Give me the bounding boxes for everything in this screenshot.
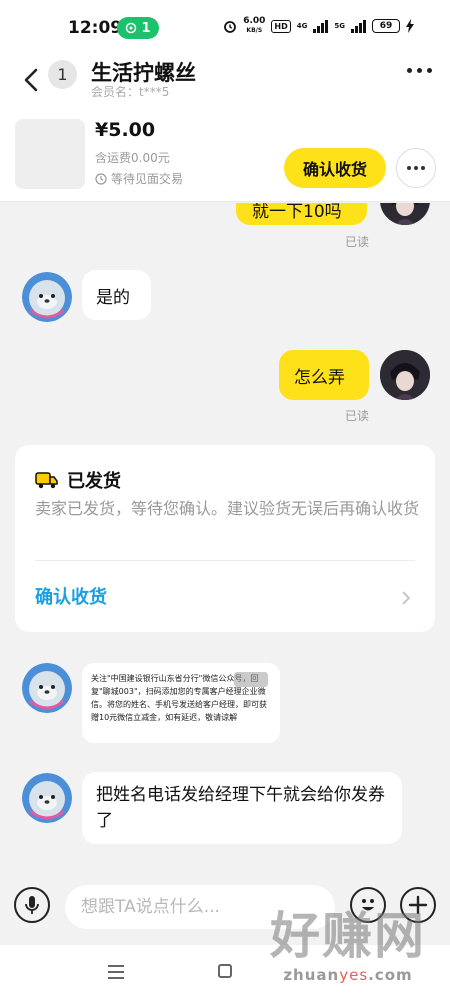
more-options-icon[interactable] bbox=[407, 68, 432, 73]
message-out-partial[interactable]: 就一下10吗 bbox=[236, 203, 367, 225]
shipping-title: 已发货 bbox=[35, 467, 121, 493]
message-text: 就一下10吗 bbox=[252, 203, 342, 222]
unread-badge[interactable]: 1 bbox=[48, 60, 77, 89]
chevron-right-icon[interactable] bbox=[401, 590, 411, 606]
network-speed: 6.00 KB/S bbox=[243, 16, 266, 35]
member-name: 会员名：t***5 bbox=[91, 85, 170, 99]
product-bar: ¥5.00 含运费0.00元 等待见面交易 确认收货 bbox=[0, 106, 450, 202]
back-arrow-icon[interactable] bbox=[20, 66, 44, 94]
attach-button[interactable] bbox=[400, 887, 436, 923]
hd-badge: HD bbox=[271, 19, 291, 33]
net-5g-label: 5G bbox=[334, 22, 345, 30]
avatar-image bbox=[22, 663, 72, 713]
message-out[interactable]: 怎么弄 bbox=[279, 350, 369, 400]
emoji-button[interactable] bbox=[350, 887, 386, 923]
avatar-seller[interactable] bbox=[22, 663, 72, 713]
voice-button[interactable] bbox=[14, 887, 50, 923]
read-status: 已读 bbox=[345, 409, 370, 423]
confirm-receipt-button[interactable]: 确认收货 bbox=[284, 148, 386, 188]
message-input[interactable] bbox=[65, 885, 335, 929]
message-in[interactable]: 是的 bbox=[82, 270, 151, 320]
emoji-icon bbox=[362, 899, 374, 911]
avatar-seller[interactable] bbox=[22, 773, 72, 823]
product-price: ¥5.00 bbox=[95, 119, 156, 141]
trade-mode-label: 等待见面交易 bbox=[111, 172, 184, 186]
product-thumbnail[interactable] bbox=[15, 119, 85, 189]
avatar-image bbox=[22, 773, 72, 823]
avatar-self[interactable] bbox=[380, 203, 430, 225]
shipping-description: 卖家已发货，等待您确认。建议验货无误后再确认收货 bbox=[35, 499, 420, 518]
message-text: 怎么弄 bbox=[294, 368, 345, 388]
home-icon[interactable] bbox=[218, 964, 232, 978]
avatar-image bbox=[22, 272, 72, 322]
battery-icon: 69 bbox=[372, 19, 400, 33]
clock-icon bbox=[95, 172, 107, 185]
confirm-receipt-link[interactable]: 确认收货 bbox=[35, 583, 107, 609]
shipping-title-text: 已发货 bbox=[67, 471, 121, 492]
status-icons: 6.00 KB/S HD 4G 5G 69 bbox=[223, 17, 414, 35]
chat-messages[interactable]: 就一下10吗 已读 是的 怎么弄 已读 已发货 卖家已发货，等待您确认。建议验货… bbox=[0, 203, 450, 869]
shipping-fee: 含运费0.00元 bbox=[95, 151, 170, 165]
hotspot-pill: 1 bbox=[117, 17, 159, 39]
menu-icon[interactable] bbox=[108, 965, 124, 979]
chat-header: 1 生活拧螺丝 会员名：t***5 bbox=[0, 56, 450, 106]
hotspot-icon bbox=[126, 22, 137, 34]
avatar-self[interactable] bbox=[380, 350, 430, 400]
message-text: 把姓名电话发给经理下午就会给你发券了 bbox=[96, 785, 385, 831]
hotspot-count: 1 bbox=[141, 20, 151, 36]
charging-icon bbox=[406, 19, 414, 33]
net-4g-label: 4G bbox=[296, 22, 308, 30]
alarm-icon bbox=[224, 21, 237, 33]
shipping-status-card[interactable]: 已发货 卖家已发货，等待您确认。建议验货无误后再确认收货 确认收货 bbox=[15, 445, 435, 632]
microphone-icon bbox=[25, 896, 39, 914]
image-message[interactable]: 关注"中国建设银行山东省分行"微信公众号，回复"聊城003"，扫码添加您的专属客… bbox=[82, 663, 280, 743]
status-time: 12:09 bbox=[68, 18, 123, 38]
product-more-button[interactable] bbox=[396, 148, 436, 188]
plus-icon bbox=[408, 895, 428, 915]
read-status: 已读 bbox=[345, 235, 370, 249]
trade-mode: 等待见面交易 bbox=[95, 170, 183, 187]
system-nav-bar bbox=[0, 945, 450, 1000]
truck-icon bbox=[35, 472, 58, 489]
status-bar: 12:09 1 6.00 KB/S HD 4G 5G 69 bbox=[0, 0, 450, 56]
input-bar bbox=[0, 869, 450, 945]
avatar-image bbox=[380, 350, 430, 400]
message-text: 是的 bbox=[96, 288, 130, 308]
message-in[interactable]: 把姓名电话发给经理下午就会给你发券了 bbox=[82, 772, 402, 844]
signal-4g-icon bbox=[313, 19, 329, 33]
divider bbox=[35, 560, 415, 561]
avatar-image bbox=[380, 203, 430, 225]
image-overlay bbox=[234, 672, 268, 687]
signal-5g-icon bbox=[351, 19, 366, 33]
avatar-seller[interactable] bbox=[22, 272, 72, 322]
